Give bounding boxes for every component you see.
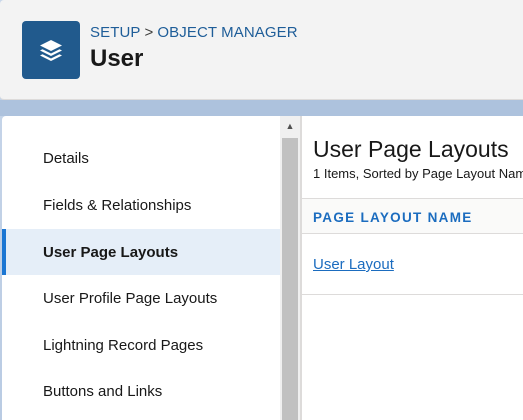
column-header-page-layout-name[interactable]: PAGE LAYOUT NAME	[313, 210, 473, 225]
setup-page: SETUP > OBJECT MANAGER User Details Fields…	[0, 0, 523, 420]
breadcrumb: SETUP > OBJECT MANAGER	[90, 24, 298, 41]
sidebar-item-lightning-record-pages[interactable]: Lightning Record Pages	[2, 322, 280, 368]
sidebar-nav: Details Fields & Relationships User Page…	[2, 116, 280, 420]
page-header: SETUP > OBJECT MANAGER User	[0, 0, 523, 100]
sidebar-item-user-profile-page-layouts[interactable]: User Profile Page Layouts	[2, 275, 280, 321]
page-layout-link[interactable]: User Layout	[313, 256, 394, 273]
breadcrumb-separator: >	[144, 24, 154, 41]
sidebar-scrollbar[interactable]: ▲	[280, 116, 300, 420]
table-header: PAGE LAYOUT NAME	[302, 198, 523, 234]
item-count-sort-info: 1 Items, Sorted by Page Layout Name	[313, 166, 523, 181]
sidebar-item-fields-relationships[interactable]: Fields & Relationships	[2, 182, 280, 228]
breadcrumb-object-manager-link[interactable]: OBJECT MANAGER	[157, 24, 297, 41]
object-icon-tile	[22, 21, 80, 79]
breadcrumb-setup-link[interactable]: SETUP	[90, 24, 141, 41]
decorative-background-band	[0, 100, 523, 116]
sidebar-item-buttons-links[interactable]: Buttons and Links	[2, 368, 280, 414]
page-title: User	[90, 45, 144, 72]
sidebar-item-details[interactable]: Details	[2, 135, 280, 181]
scroll-up-arrow-icon[interactable]: ▲	[280, 116, 300, 136]
table-row: User Layout	[302, 234, 523, 295]
section-title: User Page Layouts	[313, 136, 509, 162]
layers-icon	[40, 40, 62, 61]
main-panel: User Page Layouts 1 Items, Sorted by Pag…	[302, 116, 523, 420]
sidebar-item-user-page-layouts[interactable]: User Page Layouts	[2, 229, 280, 275]
scrollbar-thumb[interactable]	[282, 138, 298, 420]
